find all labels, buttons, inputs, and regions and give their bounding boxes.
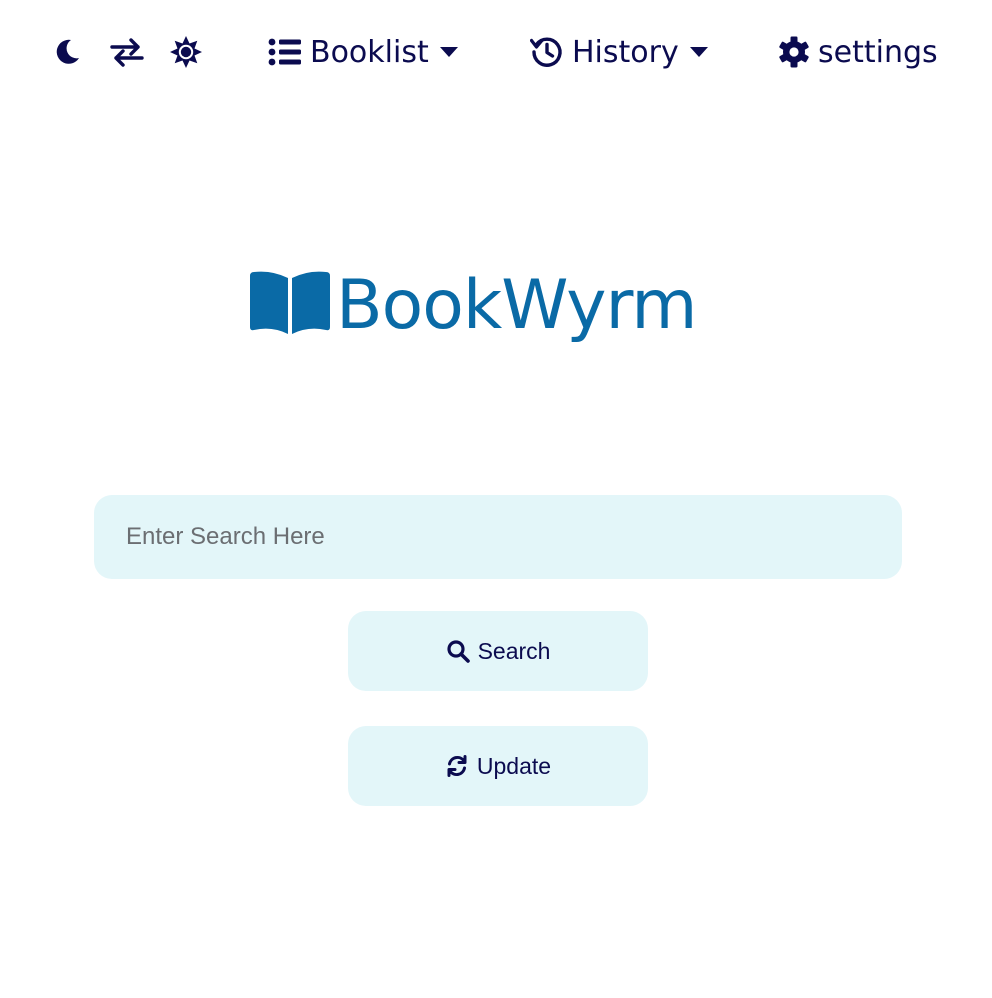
moon-icon[interactable] bbox=[49, 34, 85, 70]
booklist-menu[interactable]: Booklist bbox=[268, 30, 459, 74]
update-button[interactable]: Update bbox=[348, 726, 648, 806]
swap-icon[interactable] bbox=[109, 34, 145, 70]
chevron-down-icon bbox=[689, 46, 709, 58]
search-button[interactable]: Search bbox=[348, 611, 648, 691]
history-label: History bbox=[572, 34, 679, 70]
open-book-icon bbox=[248, 270, 332, 341]
history-icon bbox=[530, 35, 564, 69]
settings-menu[interactable]: settings bbox=[778, 30, 938, 74]
sun-icon[interactable] bbox=[168, 34, 204, 70]
search-button-label: Search bbox=[477, 637, 551, 664]
list-icon bbox=[268, 38, 302, 66]
gear-icon bbox=[778, 36, 810, 68]
update-button-label: Update bbox=[476, 752, 552, 779]
search-input[interactable] bbox=[94, 495, 902, 579]
bookwyrm-logo: BookWyrm bbox=[248, 262, 748, 348]
settings-label: settings bbox=[818, 34, 938, 70]
refresh-icon bbox=[445, 754, 469, 778]
history-menu[interactable]: History bbox=[530, 30, 709, 74]
top-navbar: Booklist History settings bbox=[0, 22, 992, 84]
search-icon bbox=[446, 639, 470, 663]
booklist-label: Booklist bbox=[310, 34, 429, 70]
logo-text: BookWyrm bbox=[336, 265, 698, 345]
chevron-down-icon bbox=[439, 46, 459, 58]
